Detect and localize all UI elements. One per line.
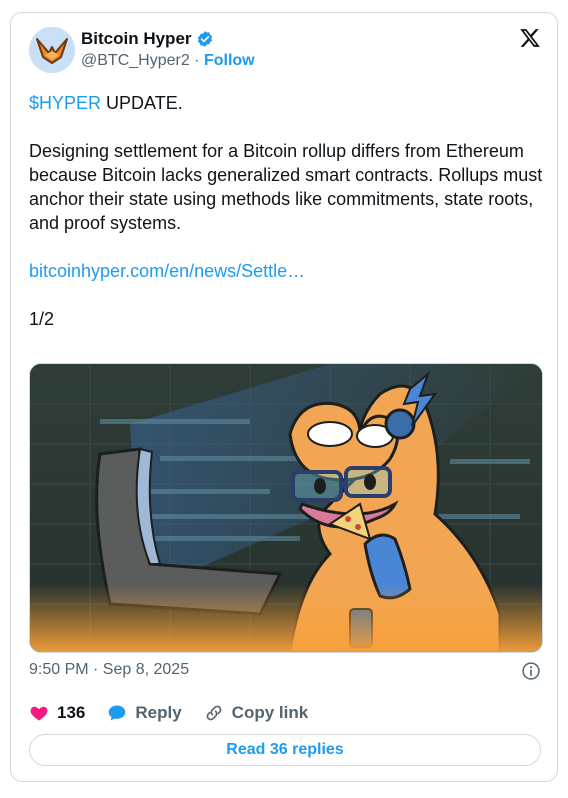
pepe-illustration [30,364,542,652]
article-link[interactable]: bitcoinhyper.com/en/news/Settle… [29,261,305,281]
x-logo-icon[interactable] [519,27,541,49]
author-handle-row: @BTC_Hyper2 · Follow [81,52,255,70]
cashtag-link[interactable]: $HYPER [29,93,101,113]
read-replies-button[interactable]: Read 36 replies [29,734,541,766]
like-button[interactable]: 136 [29,703,85,723]
heart-icon [30,706,48,721]
avatar[interactable] [29,27,75,73]
info-icon[interactable] [521,661,541,681]
tweet-actions: 136 Reply Copy link [29,703,330,723]
tweet-body: $HYPER UPDATE. Designing settlement for … [29,91,544,355]
verified-badge-icon [197,31,212,47]
author-name-row: Bitcoin Hyper [81,29,214,49]
tweet-headline: $HYPER UPDATE. [29,91,544,115]
like-count: 136 [57,703,86,722]
author-name[interactable]: Bitcoin Hyper [81,29,192,49]
tweet-timestamp[interactable]: 9:50 PM · Sep 8, 2025 [29,661,189,679]
thread-count: 1/2 [29,309,55,329]
reply-button[interactable]: Reply [107,703,182,723]
follow-button[interactable]: Follow [204,52,255,69]
tweet-card: Bitcoin Hyper @BTC_Hyper2 · Follow $HYPE… [10,12,558,782]
reply-bubble-icon [109,705,126,721]
author-handle[interactable]: @BTC_Hyper2 [81,52,190,69]
copy-link-button[interactable]: Copy link [204,703,309,723]
orange-bird-logo-icon [29,27,75,73]
separator-dot: · [194,52,200,69]
reply-label: Reply [135,703,182,722]
tweet-paragraph: Designing settlement for a Bitcoin rollu… [29,141,543,233]
copy-link-label: Copy link [231,703,309,722]
tweet-media-image[interactable] [29,363,543,653]
headline-text: UPDATE. [101,93,183,113]
link-chain-icon [206,705,222,721]
